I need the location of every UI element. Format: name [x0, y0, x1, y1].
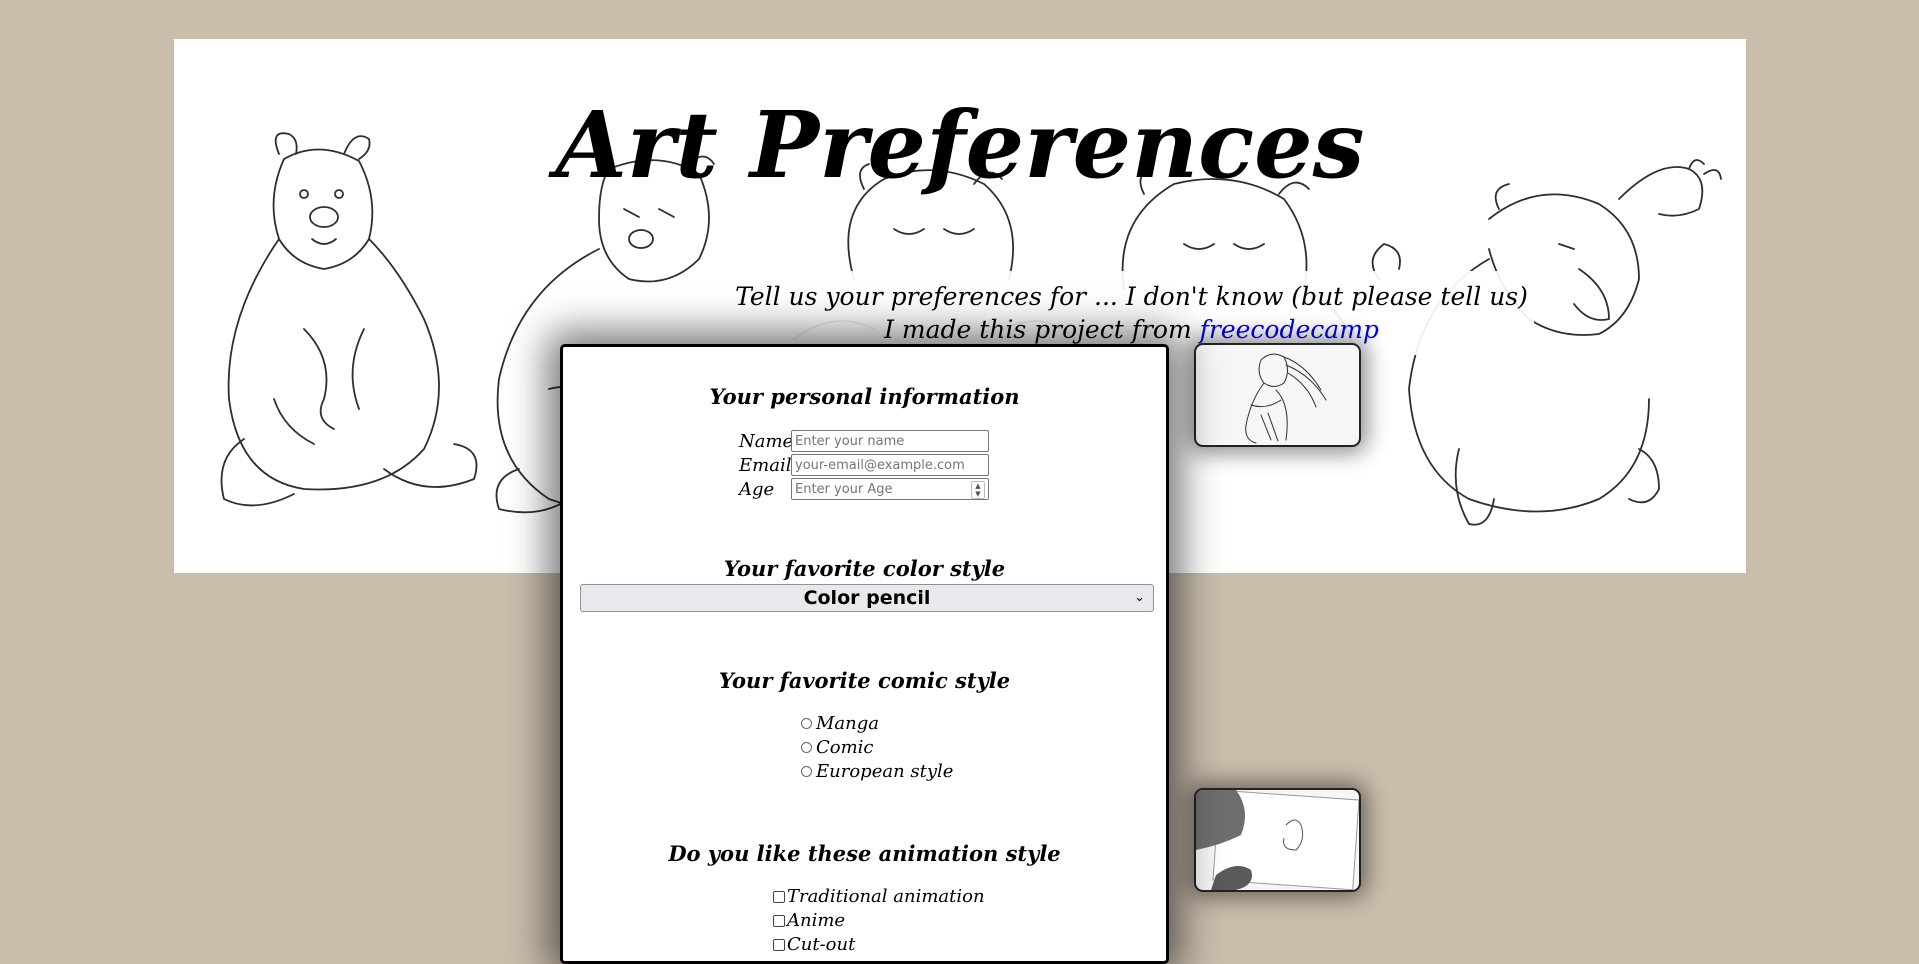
age-placeholder: Enter your Age — [795, 481, 893, 497]
comic-option-label: Manga — [816, 713, 880, 734]
comic-option-label: Comic — [816, 737, 874, 758]
animation-option-label: Traditional animation — [787, 886, 985, 907]
sketch-thumbnail-drawing-hands — [1194, 788, 1361, 892]
comic-style-heading: Your favorite comic style — [718, 668, 1011, 693]
name-label: Name — [739, 430, 794, 452]
animation-option-traditional[interactable]: Traditional animation — [773, 886, 985, 907]
color-style-selected: Color pencil — [803, 587, 931, 609]
personal-info-heading: Your personal information — [709, 384, 1020, 409]
name-input[interactable]: Enter your name — [791, 430, 989, 452]
comic-option-european[interactable]: European style — [801, 761, 953, 782]
color-style-heading: Your favorite color style — [723, 556, 1006, 581]
animation-option-label: Cut-out — [787, 934, 856, 955]
email-row: Email your-email@example.com — [739, 453, 989, 477]
comic-option-comic[interactable]: Comic — [801, 737, 874, 758]
animation-style-heading: Do you like these animation style — [668, 841, 1061, 866]
name-row: Name Enter your name — [739, 429, 989, 453]
freecodecamp-link[interactable]: freecodecamp — [1200, 315, 1379, 344]
name-placeholder: Enter your name — [795, 433, 905, 449]
email-placeholder: your-email@example.com — [795, 457, 965, 473]
email-input[interactable]: your-email@example.com — [791, 454, 989, 476]
comic-option-label: European style — [816, 761, 954, 782]
page-tagline: Tell us your preferences for ... I don't… — [729, 271, 1534, 355]
age-input[interactable]: Enter your Age ▲ ▼ — [791, 478, 989, 500]
page-title: Art Preferences — [555, 91, 1365, 199]
tagline-text: Tell us your preferences for ... I don't… — [735, 282, 1528, 344]
age-row: Age Enter your Age ▲ ▼ — [739, 477, 989, 501]
radio-button[interactable] — [801, 742, 812, 753]
animation-option-label: Anime — [787, 910, 846, 931]
radio-button[interactable] — [801, 766, 812, 777]
checkbox[interactable] — [773, 938, 785, 951]
email-label: Email — [739, 454, 792, 476]
checkbox[interactable] — [773, 914, 785, 927]
number-spinner-icon[interactable]: ▲ ▼ — [971, 481, 985, 499]
comic-option-manga[interactable]: Manga — [801, 713, 879, 734]
animation-option-anime[interactable]: Anime — [773, 910, 845, 931]
chevron-down-icon: ⌄ — [1134, 590, 1145, 605]
age-label: Age — [739, 478, 775, 500]
color-style-select[interactable]: Color pencil ⌄ — [580, 584, 1154, 612]
checkbox[interactable] — [773, 890, 785, 903]
survey-form: Your personal information Name Enter you… — [560, 344, 1169, 964]
sketch-thumbnail-girl — [1194, 343, 1361, 447]
animation-option-cutout[interactable]: Cut-out — [773, 934, 855, 955]
radio-button[interactable] — [801, 718, 812, 729]
